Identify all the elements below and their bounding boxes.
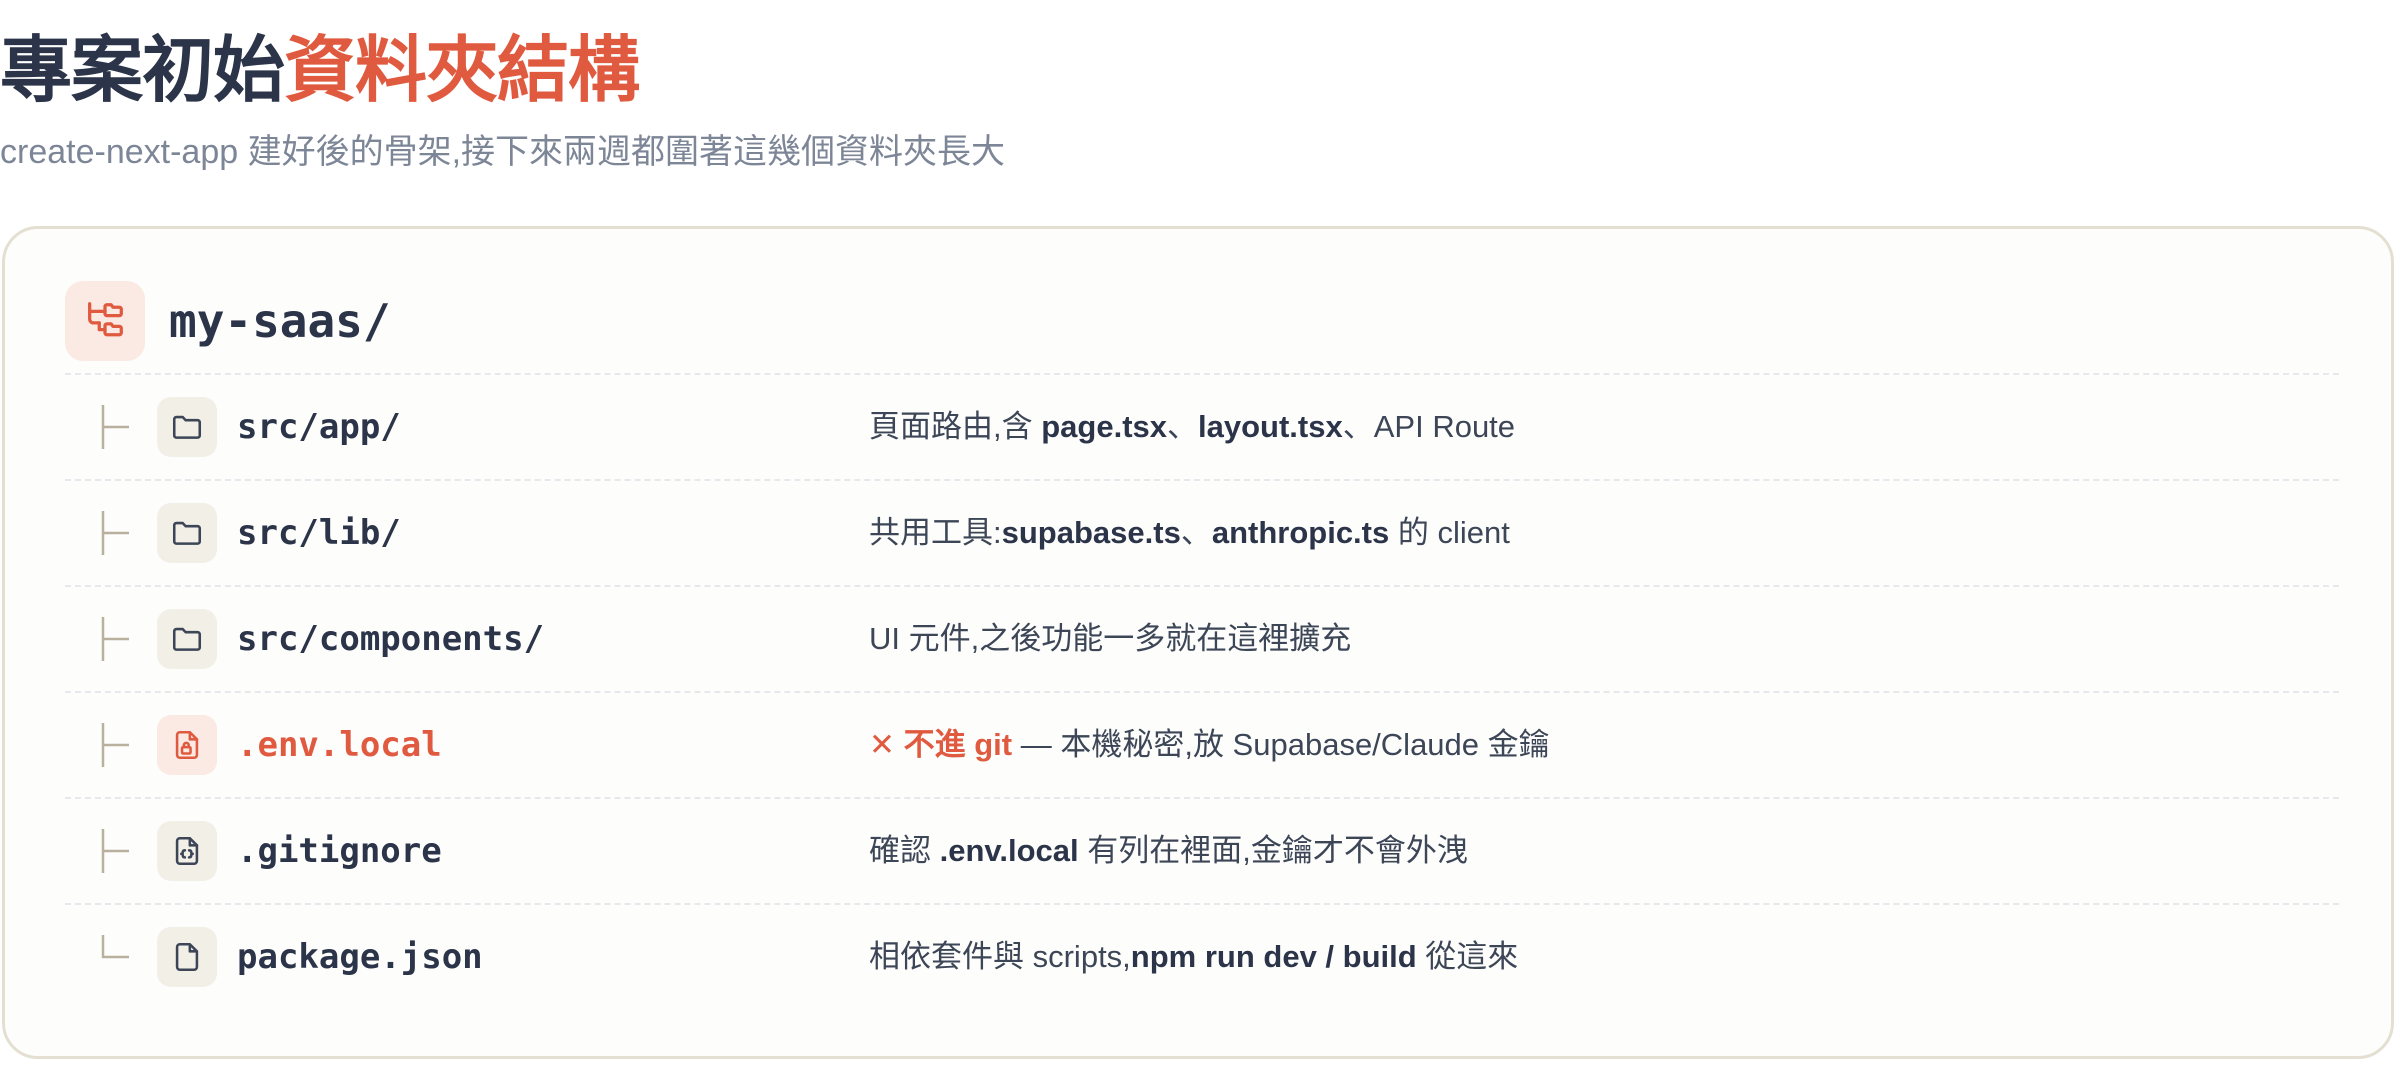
- file-name: src/lib/: [237, 513, 401, 553]
- page-title: 專案初始資料夾結構: [0, 22, 640, 120]
- page-subtitle: create-next-app 建好後的骨架,接下來兩週都圍著這幾個資料夾長大: [0, 133, 1006, 171]
- tree-branch-connector: [101, 723, 129, 767]
- tree-row-package-json[interactable]: package.json 相依套件與 scripts,npm run dev /…: [65, 903, 2339, 1009]
- file-name: package.json: [237, 937, 483, 977]
- file-icon: [157, 927, 217, 987]
- code-file-icon: [157, 821, 217, 881]
- warning-text: 不進 git: [903, 727, 1013, 762]
- file-description: UI 元件,之後功能一多就在這裡擴充: [869, 621, 1352, 656]
- x-mark-icon: ✕: [869, 727, 895, 762]
- folder-structure-card: my-saas/ src/app/ 頁面路由,含 page.tsx、layout…: [2, 226, 2394, 1059]
- root-folder-name: my-saas/: [169, 294, 391, 348]
- title-main: 專案初始: [0, 31, 285, 111]
- file-name: src/components/: [237, 619, 545, 659]
- tree-branch-connector: [101, 511, 129, 555]
- tree-end-connector: [101, 935, 129, 959]
- tree-row-gitignore[interactable]: .gitignore 確認 .env.local 有列在裡面,金鑰才不會外洩: [65, 797, 2339, 905]
- file-description: 相依套件與 scripts,npm run dev / build 從這來: [869, 939, 1519, 974]
- tree-branch-connector: [101, 405, 129, 449]
- tree-row-env-local[interactable]: .env.local ✕ 不進 git — 本機秘密,放 Supabase/Cl…: [65, 691, 2339, 799]
- tree-row-src-app[interactable]: src/app/ 頁面路由,含 page.tsx、layout.tsx、API …: [65, 373, 2339, 481]
- file-description: 頁面路由,含 page.tsx、layout.tsx、API Route: [869, 409, 1516, 444]
- tree-branch-connector: [101, 829, 129, 873]
- tree-branch-connector: [101, 617, 129, 661]
- title-accent: 資料夾結構: [284, 31, 640, 111]
- file-description: ✕ 不進 git — 本機秘密,放 Supabase/Claude 金鑰: [869, 727, 1550, 762]
- file-name: .gitignore: [237, 831, 442, 871]
- tree-row-src-lib[interactable]: src/lib/ 共用工具:supabase.ts、anthropic.ts 的…: [65, 479, 2339, 587]
- folder-icon: [157, 503, 217, 563]
- file-name: .env.local: [237, 725, 442, 765]
- folder-icon: [157, 609, 217, 669]
- folder-icon: [157, 397, 217, 457]
- folder-tree-icon: [65, 281, 145, 361]
- file-description: 共用工具:supabase.ts、anthropic.ts 的 client: [869, 515, 1510, 550]
- tree-root: my-saas/: [65, 281, 2339, 375]
- lock-file-icon: [157, 715, 217, 775]
- file-description: 確認 .env.local 有列在裡面,金鑰才不會外洩: [869, 833, 1468, 868]
- tree-row-src-components[interactable]: src/components/ UI 元件,之後功能一多就在這裡擴充: [65, 585, 2339, 693]
- file-name: src/app/: [237, 407, 401, 447]
